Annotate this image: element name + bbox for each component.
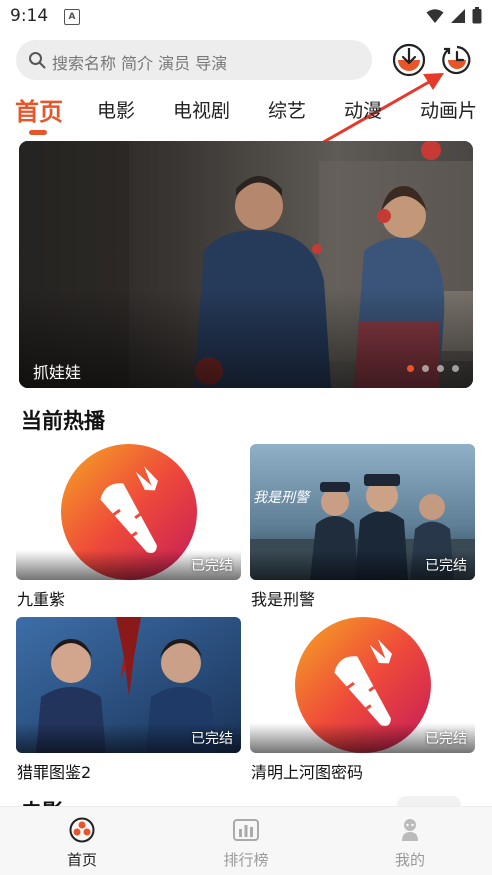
tab-tv-series[interactable]: 电视剧 — [173, 96, 230, 123]
section-title-hot: 当前热播 — [21, 409, 105, 433]
tab-movies[interactable]: 电影 — [97, 96, 135, 123]
video-card[interactable]: 已完结 猎罪图鉴2 — [16, 617, 241, 782]
video-title: 猎罪图鉴2 — [17, 763, 92, 782]
banner-image — [19, 141, 473, 388]
status-badge: 已完结 — [425, 558, 467, 574]
status-badge: 已完结 — [191, 731, 233, 747]
notification-icon: A — [64, 9, 80, 25]
banner-title: 抓娃娃 — [33, 363, 82, 382]
video-card[interactable]: 已完结 九重紫 — [16, 444, 241, 609]
nav-ranking[interactable]: 排行榜 — [206, 817, 286, 870]
profile-icon — [402, 819, 418, 841]
video-title: 九重紫 — [17, 590, 66, 609]
nav-label: 首页 — [66, 851, 97, 869]
tab-cartoons[interactable]: 动画片 — [420, 96, 477, 123]
carousel-dot[interactable] — [407, 365, 414, 372]
home-icon — [69, 817, 95, 843]
featured-banner[interactable]: 抓娃娃 — [19, 141, 473, 388]
status-time: 9:14 — [10, 6, 49, 26]
video-title: 清明上河图密码 — [251, 763, 364, 782]
status-icons — [426, 7, 482, 24]
ranking-icon — [233, 819, 259, 841]
video-thumbnail: 已完结 — [250, 617, 475, 753]
signal-icon — [451, 8, 465, 23]
video-thumbnail: 已完结 — [16, 617, 241, 753]
video-card[interactable]: 已完结 清明上河图密码 — [250, 617, 475, 782]
video-thumbnail: 我是刑警 已完结 — [250, 444, 475, 580]
nav-profile[interactable]: 我的 — [370, 817, 450, 870]
category-tabs: 首页 电影 电视剧 综艺 动漫 动画片 — [0, 88, 492, 138]
status-bar: 9:14 A — [0, 0, 492, 34]
carousel-indicator — [407, 365, 459, 372]
nav-home[interactable]: 首页 — [42, 817, 122, 870]
active-tab-indicator — [29, 130, 47, 135]
poster-logo-text: 我是刑警 — [253, 490, 311, 506]
tab-variety[interactable]: 综艺 — [268, 96, 306, 123]
tab-home[interactable]: 首页 — [15, 92, 63, 127]
wifi-icon — [426, 8, 444, 23]
search-input[interactable]: 搜索名称 简介 演员 导演 — [52, 50, 227, 74]
video-card[interactable]: 我是刑警 已完结 我是刑警 — [250, 444, 475, 609]
status-badge: 已完结 — [191, 558, 233, 574]
carousel-dot[interactable] — [452, 365, 459, 372]
nav-label: 排行榜 — [223, 851, 269, 869]
battery-icon — [472, 7, 482, 24]
carousel-dot[interactable] — [437, 365, 444, 372]
nav-label: 我的 — [394, 851, 425, 869]
video-thumbnail: 已完结 — [16, 444, 241, 580]
status-badge: 已完结 — [425, 731, 467, 747]
tab-anime[interactable]: 动漫 — [344, 96, 382, 123]
bottom-navigation: 首页 排行榜 我的 — [0, 806, 492, 875]
search-icon — [29, 52, 46, 69]
video-title: 我是刑警 — [251, 590, 316, 609]
carousel-dot[interactable] — [422, 365, 429, 372]
